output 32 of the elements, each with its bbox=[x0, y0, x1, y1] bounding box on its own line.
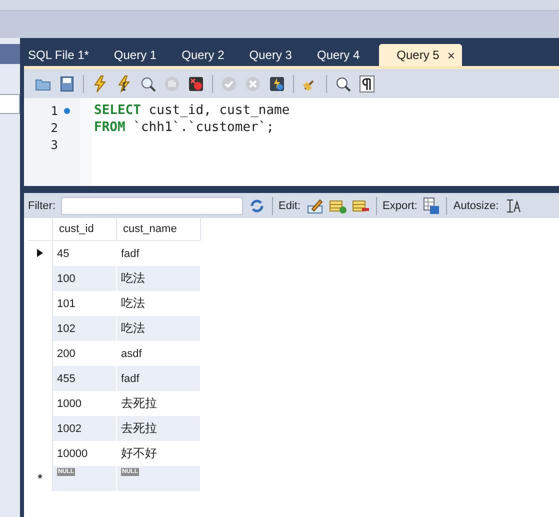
query-tab[interactable]: Query 4 bbox=[298, 44, 367, 66]
magnifier-icon[interactable] bbox=[139, 74, 157, 92]
code-line: FROM `chh1`.`customer`; bbox=[94, 120, 274, 135]
check-icon[interactable] bbox=[220, 74, 238, 92]
query-tab[interactable]: Query 1 bbox=[96, 44, 164, 66]
pencil-icon[interactable] bbox=[306, 196, 324, 214]
line-number: 1 bbox=[50, 104, 58, 118]
export-icon[interactable] bbox=[422, 196, 440, 214]
filter-field[interactable] bbox=[60, 196, 242, 214]
lightning-badge-icon[interactable] bbox=[268, 74, 286, 92]
filter-label: Filter: bbox=[28, 200, 56, 212]
new-row-marker: * bbox=[37, 471, 43, 486]
code-line: SELECT cust_id, cust_name bbox=[94, 103, 290, 118]
stop-icon[interactable] bbox=[187, 74, 205, 92]
column-header[interactable]: cust_name bbox=[116, 218, 200, 240]
line-number: 3 bbox=[50, 138, 58, 152]
query-tab[interactable]: Query 3 bbox=[231, 44, 299, 66]
query-tab[interactable]: Query 5 × bbox=[378, 44, 462, 66]
lightning-cursor-icon[interactable] bbox=[115, 74, 133, 92]
autosize-label: Autosize: bbox=[453, 200, 499, 212]
close-icon[interactable]: × bbox=[447, 48, 455, 62]
column-header[interactable]: cust_id bbox=[52, 218, 116, 240]
search-icon[interactable] bbox=[334, 74, 352, 92]
save-icon[interactable] bbox=[58, 74, 76, 92]
line-number: 2 bbox=[50, 120, 58, 134]
query-tab[interactable]: Query 2 bbox=[164, 44, 232, 66]
edit-label: Edit: bbox=[278, 200, 301, 212]
pilcrow-icon[interactable] bbox=[358, 74, 376, 92]
export-label: Export: bbox=[382, 200, 418, 212]
query-tab[interactable]: SQL File 1* bbox=[20, 44, 96, 66]
lightning-icon[interactable] bbox=[91, 74, 109, 92]
sidebar-field[interactable] bbox=[0, 94, 20, 114]
